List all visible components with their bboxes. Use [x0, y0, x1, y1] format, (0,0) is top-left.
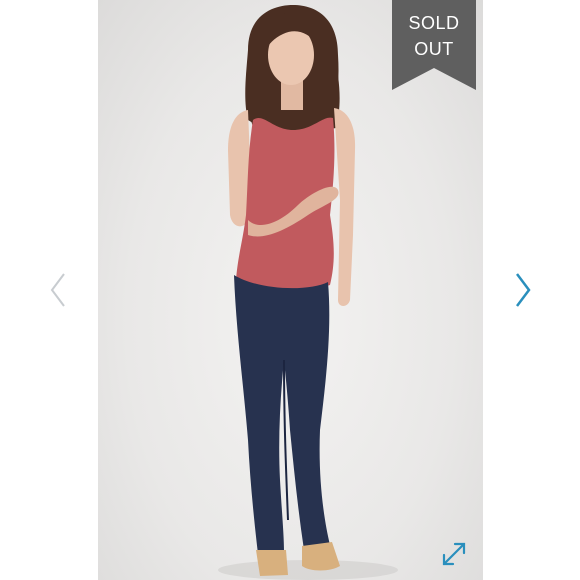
- sold-out-label: SOLD OUT: [392, 10, 476, 62]
- expand-arrows-icon: [442, 542, 466, 566]
- expand-image-button[interactable]: [440, 540, 468, 568]
- previous-image-button[interactable]: [46, 270, 70, 310]
- next-image-button[interactable]: [511, 270, 535, 310]
- sold-out-badge: SOLD OUT: [392, 0, 476, 90]
- sold-out-line-1: SOLD: [408, 13, 460, 33]
- chevron-right-icon: [516, 273, 531, 307]
- chevron-left-icon: [50, 273, 65, 307]
- sold-out-line-2: OUT: [414, 39, 454, 59]
